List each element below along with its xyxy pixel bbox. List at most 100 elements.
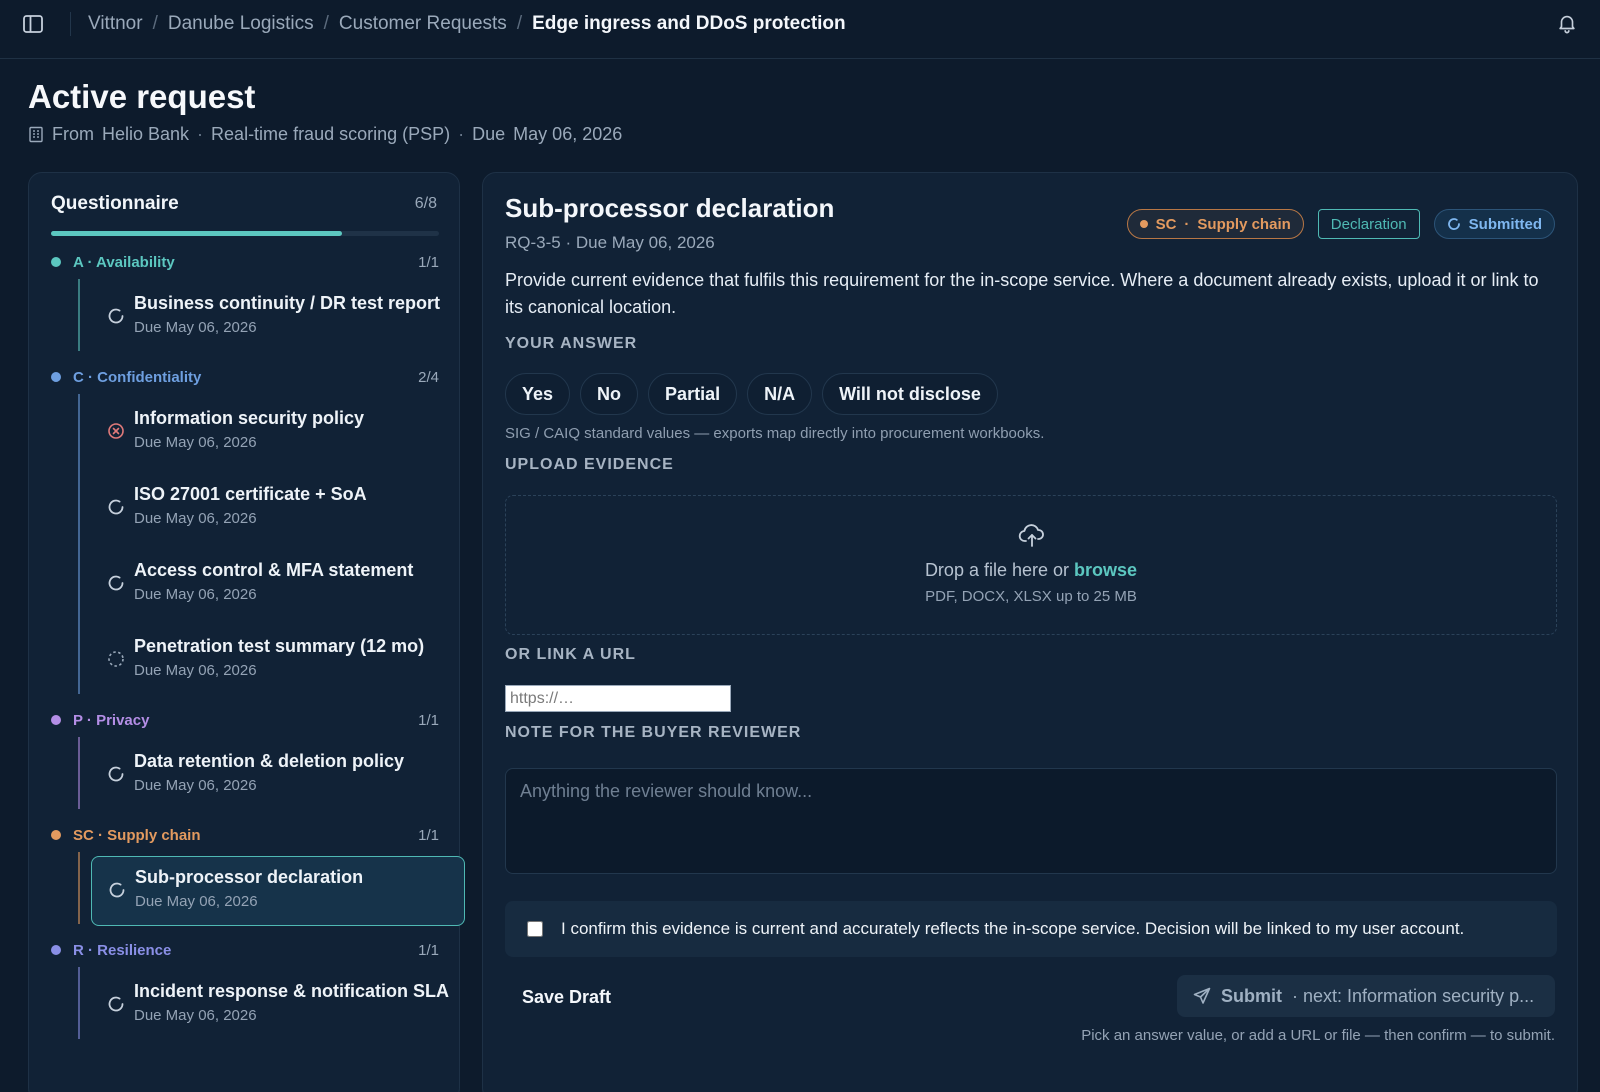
reviewer-note-label: NOTE FOR THE BUYER REVIEWER	[505, 724, 802, 741]
service-name: Real-time fraud scoring (PSP)	[211, 124, 451, 144]
breadcrumb-separator: /	[516, 13, 523, 34]
spinner-icon	[1447, 218, 1460, 230]
answers-hint: SIG / CAIQ standard values — exports map…	[505, 425, 1045, 442]
breadcrumb: Vittnor / Danube Logistics / Customer Re…	[88, 10, 846, 38]
breadcrumb-current: Edge ingress and DDoS protection	[532, 13, 846, 34]
building-icon	[28, 126, 44, 143]
spinner-icon	[106, 306, 126, 326]
questionnaire-item[interactable]: Business continuity / DR test report Due …	[91, 283, 465, 353]
dashed-circle-icon	[106, 649, 126, 669]
group-label: R · Resilience	[73, 941, 172, 959]
item-due-date: Due May 06, 2026	[134, 434, 257, 451]
breadcrumb-danube-logistics[interactable]: Danube Logistics	[168, 13, 314, 35]
group-count: 1/1	[418, 941, 439, 959]
group-header[interactable]: A · Availability 1/1	[51, 251, 439, 273]
questionnaire-title: Questionnaire	[51, 193, 179, 214]
spinner-icon	[106, 573, 126, 593]
group-header[interactable]: P · Privacy 1/1	[51, 709, 439, 731]
spinner-icon	[106, 764, 126, 784]
group-header[interactable]: C · Confidentiality 2/4	[51, 366, 439, 388]
submit-label: Submit	[1221, 985, 1282, 1006]
spinner-icon	[106, 994, 126, 1014]
bell-icon[interactable]	[1556, 12, 1580, 36]
group-header[interactable]: R · Resilience 1/1	[51, 939, 439, 961]
questionnaire-item[interactable]: Information security policy Due May 06, 2…	[91, 398, 465, 468]
from-label: From	[52, 124, 94, 144]
group-rail	[78, 279, 80, 351]
spinner-icon	[106, 497, 126, 517]
topbar-divider	[70, 12, 71, 36]
breadcrumb-separator: /	[323, 13, 329, 34]
answer-option-partial[interactable]: Partial	[648, 373, 738, 415]
category-dot-icon	[1139, 220, 1148, 228]
group-count: 1/1	[418, 253, 439, 271]
answer-options: Yes No Partial N/A Will not disclose	[505, 373, 998, 415]
group-label: P · Privacy	[73, 711, 150, 729]
questionnaire-item[interactable]: ISO 27001 certificate + SoA Due May 06, 2…	[91, 474, 465, 544]
submit-button[interactable]: Submit · next: Information security p...	[1177, 975, 1555, 1017]
group-count: 1/1	[418, 711, 439, 729]
breadcrumb-vittnor[interactable]: Vittnor	[88, 13, 143, 35]
url-input[interactable]	[505, 685, 731, 712]
browse-link[interactable]: browse	[1074, 560, 1137, 580]
questionnaire-progress-bar	[51, 231, 439, 236]
item-title: Penetration test summary (12 mo)	[134, 636, 425, 656]
dropzone-text: Drop a file here or browse	[506, 560, 1556, 581]
sidebar-toggle-icon[interactable]	[22, 14, 44, 34]
due-label: Due	[472, 124, 506, 144]
upload-evidence-label: UPLOAD EVIDENCE	[505, 456, 674, 473]
save-draft-button[interactable]: Save Draft	[505, 977, 628, 1017]
submit-hint: Pick an answer value, or add a URL or fi…	[1081, 1027, 1555, 1044]
group-header[interactable]: SC · Supply chain 1/1	[51, 824, 439, 846]
group-dot-icon	[51, 257, 61, 267]
link-url-label: OR LINK A URL	[505, 646, 636, 663]
item-title: ISO 27001 certificate + SoA	[134, 484, 367, 504]
request-detail-panel: Sub-processor declaration RQ-3-5 · Due M…	[482, 172, 1578, 1092]
answer-option-no[interactable]: No	[580, 373, 639, 415]
answer-option-yes[interactable]: Yes	[505, 373, 571, 415]
group-count: 2/4	[418, 368, 439, 386]
file-types-hint: PDF, DOCX, XLSX up to 25 MB	[925, 588, 1137, 605]
questionnaire-item[interactable]: Sub-processor declaration Due May 06, 202…	[91, 856, 465, 926]
status-label: Submitted	[1468, 215, 1542, 233]
breadcrumb-customer-requests[interactable]: Customer Requests	[339, 13, 507, 35]
group-label: A · Availability	[73, 253, 175, 271]
group-label: C · Confidentiality	[73, 368, 202, 386]
item-title: Data retention & deletion policy	[134, 751, 405, 771]
requirement-meta: RQ-3-5 · Due May 06, 2026	[505, 233, 715, 252]
item-title: Business continuity / DR test report	[134, 293, 441, 313]
your-answer-label: YOUR ANSWER	[505, 335, 638, 352]
group-label: SC · Supply chain	[73, 826, 201, 844]
confirm-checkbox[interactable]	[527, 921, 543, 937]
questionnaire-item[interactable]: Incident response & notification SLA Due …	[91, 971, 465, 1041]
group-dot-icon	[51, 715, 61, 725]
reviewer-note-textarea[interactable]	[505, 768, 1557, 874]
confirm-box: I confirm this evidence is current and a…	[505, 901, 1557, 957]
item-due-date: Due May 06, 2026	[135, 893, 258, 910]
page-title: Active request	[28, 78, 256, 115]
questionnaire-item[interactable]: Access control & MFA statement Due May 06…	[91, 550, 465, 620]
send-icon	[1193, 987, 1211, 1004]
questionnaire-item[interactable]: Data retention & deletion policy Due May …	[91, 741, 465, 811]
file-dropzone[interactable]: Drop a file here or browse PDF, DOCX, XL…	[505, 495, 1557, 635]
progress-fill	[51, 231, 342, 236]
confirm-label[interactable]: I confirm this evidence is current and a…	[561, 919, 1464, 939]
item-due-date: Due May 06, 2026	[134, 662, 257, 679]
item-due-date: Due May 06, 2026	[134, 777, 257, 794]
answer-option-n-a[interactable]: N/A	[747, 373, 813, 415]
group-rail	[78, 967, 80, 1039]
group-dot-icon	[51, 945, 61, 955]
due-value: May 06, 2026	[513, 124, 623, 144]
category-code: SC	[1155, 215, 1177, 233]
questionnaire-item[interactable]: Penetration test summary (12 mo) Due May …	[91, 626, 465, 696]
item-title: Sub-processor declaration	[135, 867, 364, 887]
drop-text: Drop a file here or	[924, 560, 1070, 580]
item-due-date: Due May 06, 2026	[134, 1007, 257, 1024]
item-due-date: Due May 06, 2026	[134, 319, 257, 336]
request-subtitle: From Helio Bank · Real-time fraud scorin…	[28, 124, 622, 145]
group-dot-icon	[51, 830, 61, 840]
spinner-icon	[107, 880, 127, 900]
status-badge: Submitted	[1433, 209, 1555, 239]
group-dot-icon	[51, 372, 61, 382]
answer-option-will-not-disclose[interactable]: Will not disclose	[822, 373, 998, 415]
